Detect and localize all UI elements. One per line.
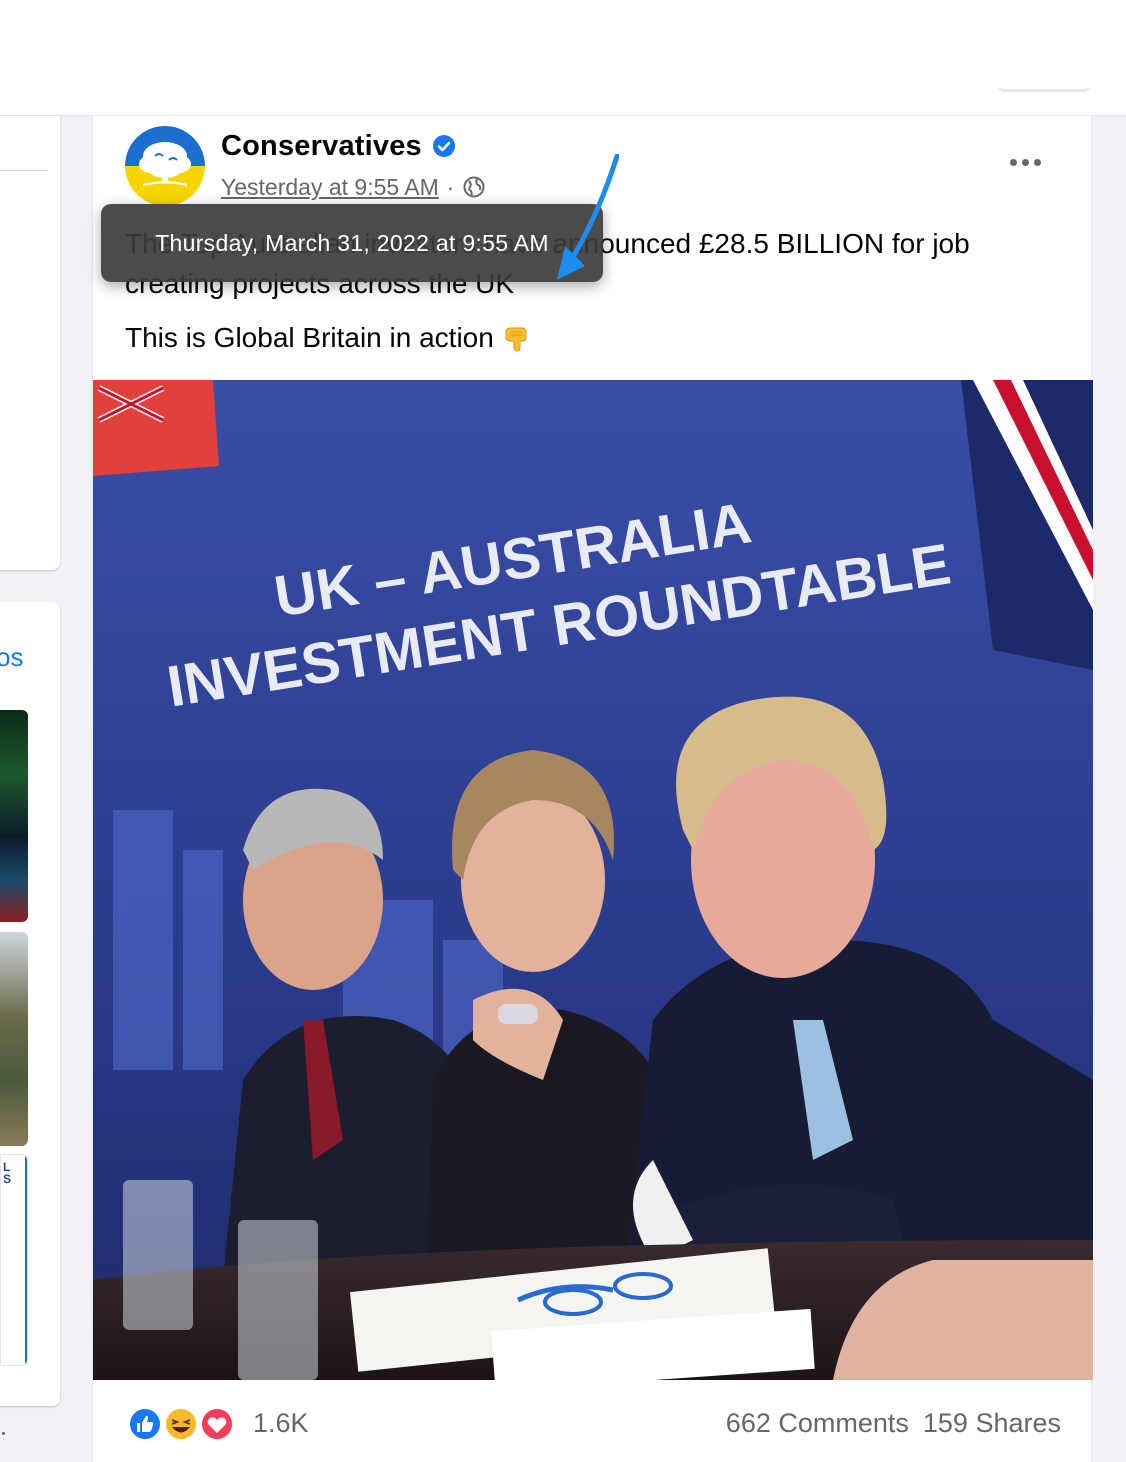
post-text-line: This is Global Britain in action [125, 318, 1065, 358]
sidebar-thumbnail[interactable] [0, 932, 28, 1146]
sidebar-thumbnail[interactable] [0, 710, 28, 922]
avatar[interactable] [125, 126, 205, 206]
divider [0, 170, 48, 171]
post-text-line-content: This is Global Britain in action [125, 322, 494, 353]
post-meta: Yesterday at 9:55 AM · [221, 172, 486, 202]
reactions-bar: 1.6K 662 Comments 159 Shares [93, 1380, 1093, 1462]
sidebar-thumbnail[interactable]: LS [0, 1154, 28, 1366]
backhand-pointing-down-emoji [505, 327, 527, 352]
reaction-count[interactable]: 1.6K [253, 1408, 309, 1439]
topbar-tab-indicator [998, 86, 1090, 92]
reaction-icons[interactable] [127, 1406, 239, 1442]
sidebar-see-all-link[interactable]: os [0, 642, 23, 673]
like-reaction-icon [128, 1407, 162, 1441]
more-options-icon [1033, 158, 1041, 166]
shares-count-link[interactable]: 159 Shares [923, 1408, 1061, 1439]
post-author: Conservatives [221, 128, 456, 164]
globe-icon [463, 176, 485, 198]
more-options-icon [1021, 158, 1029, 166]
post-card: Conservatives Yesterday at 9:55 AM · The… [92, 116, 1093, 1462]
roundtable-photo: UK – AUSTRALIA INVESTMENT ROUNDTABLE [93, 380, 1093, 1380]
engagement-counts: 662 Comments 159 Shares [726, 1408, 1061, 1439]
haha-reaction-icon [164, 1407, 198, 1441]
post-timestamp-link[interactable]: Yesterday at 9:55 AM [221, 174, 439, 201]
meta-separator: · [446, 173, 455, 200]
post-photo[interactable]: UK – AUSTRALIA INVESTMENT ROUNDTABLE [93, 380, 1093, 1380]
more-options-button[interactable] [1003, 146, 1047, 178]
sidebar-dot [2, 1432, 5, 1435]
comments-count-link[interactable]: 662 Comments [726, 1408, 909, 1439]
left-sidebar-card-videos: os LS [0, 602, 60, 1406]
love-reaction-icon [200, 1407, 234, 1441]
verified-badge-icon [432, 135, 455, 157]
thumbnail-mark: LS [3, 1160, 12, 1186]
thumbnail-stripe [25, 1155, 27, 1365]
timestamp-tooltip: Thursday, March 31, 2022 at 9:55 AM [101, 204, 603, 282]
more-options-icon [1009, 158, 1017, 166]
author-name-link[interactable]: Conservatives [221, 130, 422, 163]
conservative-tree-logo [139, 142, 191, 186]
left-sidebar-card [0, 116, 60, 570]
top-bar [0, 0, 1126, 116]
